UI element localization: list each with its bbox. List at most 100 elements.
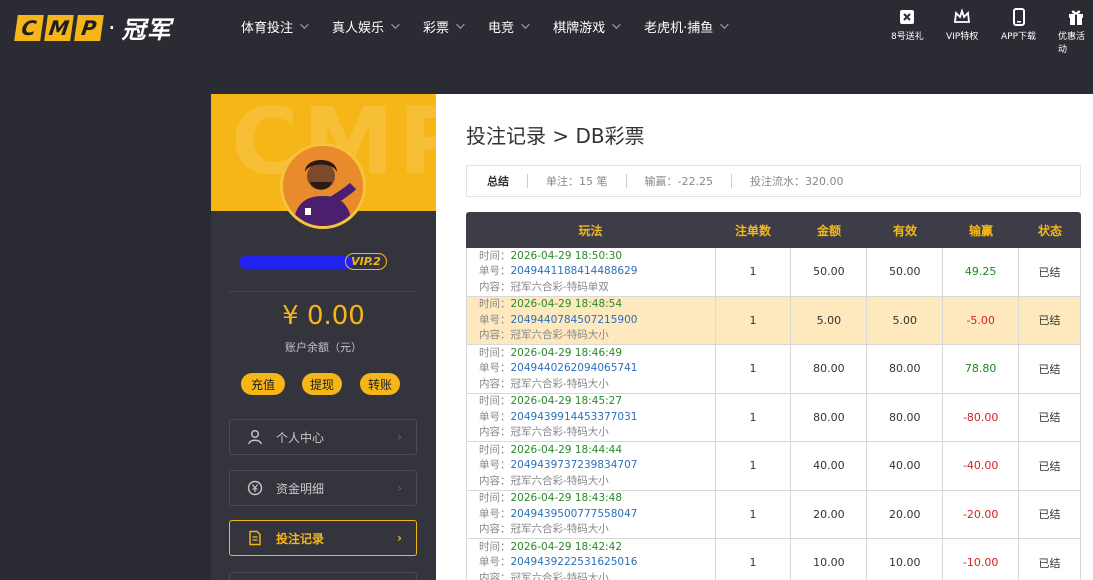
order-label: 单号： bbox=[479, 507, 511, 520]
sidebar-item-bet-records[interactable]: 投注记录 › bbox=[229, 520, 417, 556]
nav-item-live-casino[interactable]: 真人娱乐 bbox=[332, 17, 400, 36]
table-header: 玩法 注单数 金额 有效 输赢 状态 bbox=[466, 212, 1081, 248]
bet-detail-cell: 时间：2026-04-29 18:50:30 单号：204944118841448… bbox=[467, 248, 716, 296]
bet-time: 2026-04-29 18:50:30 bbox=[510, 249, 623, 262]
quick-link-promotions[interactable]: 优惠活动 bbox=[1058, 8, 1093, 55]
table-row[interactable]: 时间：2026-04-29 18:43:48 单号：204943950077755… bbox=[466, 490, 1081, 539]
bet-status-cell: 已结 bbox=[1019, 490, 1081, 538]
bet-order-line: 单号：2049439222531625016 bbox=[479, 555, 637, 571]
nav-label: 棋牌游戏 bbox=[553, 20, 606, 36]
document-icon bbox=[246, 529, 264, 547]
chevron-right-icon: › bbox=[397, 481, 402, 495]
bet-valid-cell: 50.00 bbox=[867, 248, 944, 296]
chevron-down-icon bbox=[391, 20, 400, 29]
quick-link-vip[interactable]: VIP特权 bbox=[946, 8, 978, 42]
bet-count-cell: 1 bbox=[716, 490, 792, 538]
nav-item-sports[interactable]: 体育投注 bbox=[241, 17, 309, 36]
bet-content: 冠军六合彩-特码大小 bbox=[510, 474, 609, 487]
chevron-down-icon bbox=[456, 20, 465, 29]
deposit-button[interactable]: 充值 bbox=[241, 373, 285, 395]
nav-item-lottery[interactable]: 彩票 bbox=[423, 17, 465, 36]
bet-valid-cell: 5.00 bbox=[867, 296, 944, 344]
bet-valid-cell: 40.00 bbox=[867, 442, 944, 490]
content-label: 内容： bbox=[479, 523, 511, 535]
transfer-button[interactable]: 转账 bbox=[360, 373, 400, 395]
brand-logo[interactable]: C M P · 冠军 bbox=[14, 10, 172, 45]
bet-content-line: 内容：冠军六合彩-特码大小 bbox=[479, 474, 609, 490]
nav-label: 体育投注 bbox=[241, 20, 294, 36]
table-row[interactable]: 时间：2026-04-29 18:42:42 单号：204943922253162… bbox=[466, 539, 1081, 580]
present-icon bbox=[1067, 8, 1085, 26]
bet-detail-cell: 时间：2026-04-29 18:46:49 单号：204944026209406… bbox=[467, 345, 716, 393]
order-number-link[interactable]: 2049441188414488629 bbox=[511, 265, 638, 277]
bet-status-cell: 已结 bbox=[1019, 539, 1081, 580]
nav-label: 真人娱乐 bbox=[332, 20, 385, 36]
quick-link-gift[interactable]: 8号送礼 bbox=[891, 8, 924, 42]
time-label: 时间： bbox=[479, 298, 511, 310]
bet-valid-cell: 10.00 bbox=[867, 539, 944, 580]
bet-detail-cell: 时间：2026-04-29 18:45:27 单号：204943991445337… bbox=[467, 393, 716, 441]
order-label: 单号： bbox=[479, 313, 511, 326]
order-label: 单号： bbox=[479, 459, 511, 471]
table-row[interactable]: 时间：2026-04-29 18:50:30 单号：204944118841448… bbox=[466, 248, 1081, 297]
bet-status-cell: 已结 bbox=[1019, 345, 1081, 393]
quick-link-app[interactable]: APP下载 bbox=[1001, 8, 1036, 42]
bet-time: 2026-04-29 18:48:54 bbox=[510, 298, 623, 310]
avatar[interactable] bbox=[280, 143, 366, 229]
username-redacted bbox=[239, 256, 353, 269]
table-body: 时间：2026-04-29 18:50:30 单号：204944118841448… bbox=[466, 248, 1081, 580]
bet-content-line: 内容：冠军六合彩-特码单双 bbox=[479, 280, 609, 296]
gift-box-icon bbox=[898, 8, 916, 26]
table-row[interactable]: 时间：2026-04-29 18:46:49 单号：204944026209406… bbox=[466, 345, 1081, 394]
bet-time: 2026-04-29 18:43:48 bbox=[510, 492, 623, 504]
content-label: 内容： bbox=[479, 474, 511, 487]
page-title: 投注记录 > DB彩票 bbox=[466, 124, 645, 148]
order-number-link[interactable]: 2049439914453377031 bbox=[511, 411, 638, 423]
table-row[interactable]: 时间：2026-04-29 18:48:54 单号：204944078450721… bbox=[466, 296, 1081, 345]
summary-winloss: 输赢：-22.25 bbox=[644, 175, 713, 188]
balance-amount: ¥ 0.00 bbox=[282, 301, 365, 331]
time-label: 时间： bbox=[479, 249, 511, 262]
content-label: 内容： bbox=[479, 571, 511, 580]
main-nav: 体育投注 真人娱乐 彩票 电竞 棋牌游戏 老虎机·捕鱼 bbox=[241, 0, 752, 52]
column-header-valid: 有效 bbox=[892, 223, 917, 238]
order-label: 单号： bbox=[479, 265, 511, 277]
order-number-link[interactable]: 2049439222531625016 bbox=[511, 556, 638, 568]
vip-badge: VIP.2 bbox=[345, 253, 387, 270]
order-number-link[interactable]: 2049439500777558047 bbox=[511, 508, 638, 520]
bet-time: 2026-04-29 18:46:49 bbox=[510, 346, 623, 359]
bet-content: 冠军六合彩-特码大小 bbox=[510, 329, 609, 341]
table-row[interactable]: 时间：2026-04-29 18:45:27 单号：204943991445337… bbox=[466, 393, 1081, 442]
logo-letter: M bbox=[44, 14, 74, 41]
top-navbar: C M P · 冠军 体育投注 真人娱乐 彩票 电竞 棋牌游戏 老虎机·捕鱼 8… bbox=[0, 0, 1093, 55]
order-number-link[interactable]: 2049440262094065741 bbox=[511, 362, 638, 374]
time-label: 时间： bbox=[479, 346, 511, 359]
bet-content-line: 内容：冠军六合彩-特码大小 bbox=[479, 377, 609, 393]
phone-icon bbox=[1010, 8, 1028, 26]
bet-time-line: 时间：2026-04-29 18:42:42 bbox=[479, 540, 622, 556]
sidebar-item-personal-center[interactable]: 个人中心 › bbox=[229, 419, 417, 455]
bet-content-line: 内容：冠军六合彩-特码大小 bbox=[479, 571, 609, 580]
order-number-link[interactable]: 2049440784507215900 bbox=[511, 314, 638, 326]
nav-item-esports[interactable]: 电竞 bbox=[488, 17, 530, 36]
sidebar-item-fund-details[interactable]: 资金明细 › bbox=[229, 470, 417, 506]
nav-item-card-games[interactable]: 棋牌游戏 bbox=[553, 17, 621, 36]
quick-link-label: APP下载 bbox=[1001, 32, 1037, 42]
withdraw-button[interactable]: 提现 bbox=[302, 373, 342, 395]
order-number-link[interactable]: 2049439737239834707 bbox=[511, 459, 638, 471]
bet-content-line: 内容：冠军六合彩-特码大小 bbox=[479, 522, 609, 538]
table-row[interactable]: 时间：2026-04-29 18:44:44 单号：204943973723983… bbox=[466, 442, 1081, 491]
sidebar-item-label: 个人中心 bbox=[276, 430, 325, 445]
bet-count-cell: 1 bbox=[716, 296, 792, 344]
bet-winloss-cell: -80.00 bbox=[943, 393, 1020, 441]
sidebar-item-partial[interactable] bbox=[229, 572, 417, 580]
bet-time: 2026-04-29 18:44:44 bbox=[510, 443, 623, 456]
content-label: 内容： bbox=[479, 377, 511, 390]
sidebar-item-label: 资金明细 bbox=[276, 481, 325, 496]
nav-item-slots-fishing[interactable]: 老虎机·捕鱼 bbox=[644, 17, 729, 36]
bet-amount-cell: 10.00 bbox=[791, 539, 868, 580]
bet-order-line: 单号：2049439737239834707 bbox=[479, 458, 637, 474]
bet-detail-cell: 时间：2026-04-29 18:48:54 单号：204944078450721… bbox=[467, 296, 716, 344]
bet-time-line: 时间：2026-04-29 18:50:30 bbox=[479, 249, 622, 265]
time-label: 时间： bbox=[479, 395, 511, 407]
